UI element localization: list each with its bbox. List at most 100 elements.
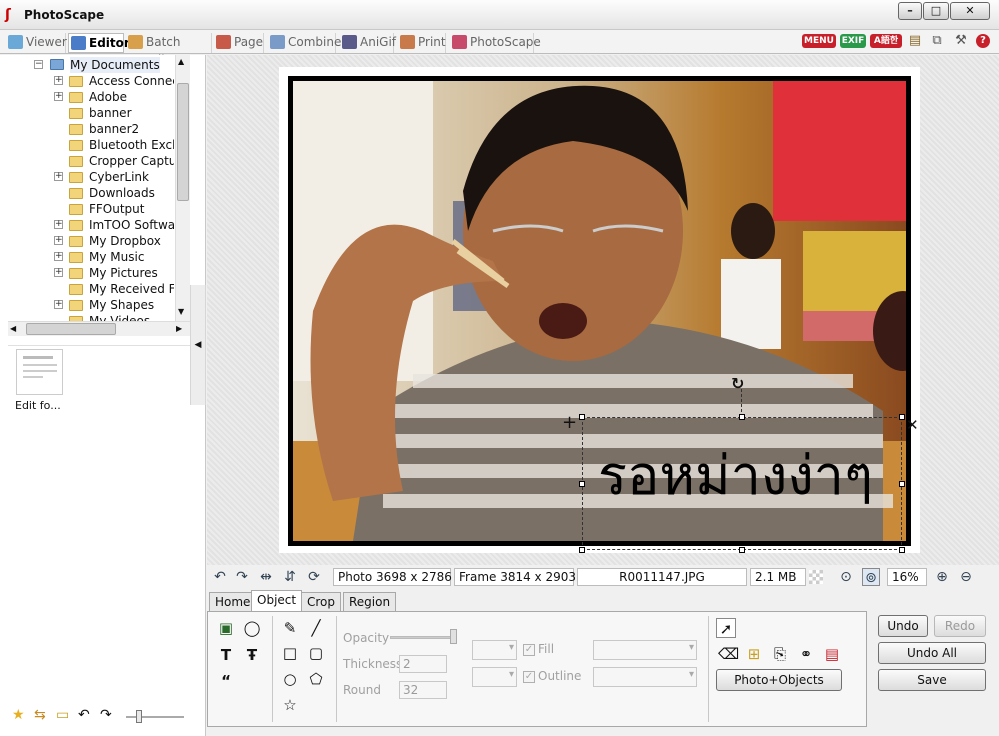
folder-open-icon[interactable]: ▭ [56, 707, 69, 723]
swap-icon[interactable]: ⇆ [34, 707, 46, 723]
tab-region[interactable]: Region [343, 592, 397, 612]
flip-vertical-icon[interactable]: ⇵ [281, 568, 299, 586]
tree-item[interactable]: + CyberLink [8, 169, 174, 185]
outline-checkbox[interactable]: ✓ [523, 671, 535, 683]
tab-editor[interactable]: Editor [68, 33, 130, 53]
pentagon-icon[interactable]: ⬠ [306, 669, 326, 689]
expand-icon[interactable]: + [54, 300, 63, 309]
undo-all-button[interactable]: Undo All [878, 642, 986, 664]
text-outline-icon[interactable]: Ŧ [242, 645, 262, 665]
tree-item[interactable]: + My Music [8, 249, 174, 265]
zoom-in-icon[interactable]: ⊕ [933, 568, 951, 586]
maximize-button[interactable]: □ [923, 2, 949, 20]
rotate-handle-icon[interactable]: ↻ [731, 374, 744, 393]
rotate-right-icon[interactable]: ↷ [233, 568, 251, 586]
resize-handle-s[interactable] [739, 547, 745, 553]
scroll-right-icon[interactable]: ▶ [176, 324, 182, 333]
insert-photo-icon[interactable]: ▣ [216, 618, 236, 638]
tree-horizontal-scrollbar[interactable]: ◀ ▶ [8, 321, 190, 336]
expand-icon[interactable]: + [54, 252, 63, 261]
favorite-star-icon[interactable]: ★ [12, 707, 25, 723]
outline-color-dropdown[interactable] [472, 667, 517, 687]
tab-batch-editor[interactable]: Batch Editor [126, 33, 212, 67]
thumbnail-size-slider[interactable] [126, 716, 184, 718]
expand-icon[interactable]: + [54, 92, 63, 101]
fill-checkbox[interactable]: ✓ [523, 644, 535, 656]
group-object-icon[interactable]: ⚭ [796, 644, 816, 664]
expand-icon[interactable]: + [54, 76, 63, 85]
duplicate-object-icon[interactable]: ⎘ [770, 644, 790, 664]
tree-item[interactable]: banner [8, 105, 174, 121]
tree-item[interactable]: + Access Connections [8, 73, 174, 89]
forward-arrow-icon[interactable]: ↷ [100, 707, 112, 723]
expand-icon[interactable]: + [54, 268, 63, 277]
quote-icon[interactable]: “ [216, 671, 236, 691]
collapse-panel-button[interactable]: ◀ [190, 285, 206, 405]
tab-photoscape[interactable]: PhotoScape [450, 33, 541, 53]
delete-object-icon[interactable]: ✕ [906, 418, 919, 433]
tree-item[interactable]: + Adobe [8, 89, 174, 105]
collapse-icon[interactable]: − [34, 60, 43, 69]
move-handle-icon[interactable]: + [562, 414, 577, 432]
speech-balloon-icon[interactable]: ◯ [242, 618, 262, 638]
handwritten-text-object[interactable]: รอหม่างง่าๆ [598, 444, 873, 508]
freehand-icon[interactable]: ✎ [280, 618, 300, 638]
redo-button[interactable]: Redo [934, 615, 986, 637]
expand-icon[interactable]: + [54, 220, 63, 229]
language-button[interactable]: A語한 [870, 34, 902, 48]
tree-root[interactable]: − My Documents [8, 57, 174, 73]
close-window-button[interactable]: ✕ [950, 2, 990, 20]
fill-color-dropdown[interactable] [472, 640, 517, 660]
resize-handle-nw[interactable] [579, 414, 585, 420]
text-icon[interactable]: T [216, 645, 236, 665]
tab-page[interactable]: Page [214, 33, 264, 53]
tree-item[interactable]: + My Dropbox [8, 233, 174, 249]
opacity-slider[interactable] [390, 636, 454, 639]
object-layer-icon[interactable]: ▤ [822, 644, 842, 664]
refresh-icon[interactable]: ⟳ [305, 568, 323, 586]
opacity-slider-thumb[interactable] [450, 629, 457, 644]
tree-scroll-thumb[interactable] [177, 83, 189, 201]
scroll-down-icon[interactable]: ▼ [178, 307, 184, 316]
trash-icon[interactable]: ⌫ [718, 644, 739, 664]
rectangle-icon[interactable]: □ [280, 643, 300, 663]
tab-print[interactable]: Print [398, 33, 446, 53]
expand-icon[interactable]: + [54, 172, 63, 181]
tree-item[interactable]: My Videos [8, 313, 174, 321]
outline-style-dropdown[interactable] [593, 667, 697, 687]
undo-button[interactable]: Undo [878, 615, 928, 637]
copy-icon[interactable]: ⧉ [930, 34, 944, 48]
tree-item[interactable]: Bluetooth Exchange [8, 137, 174, 153]
tab-combine[interactable]: Combine [268, 33, 341, 53]
tab-anigif[interactable]: AniGif [340, 33, 396, 53]
resize-handle-n[interactable] [739, 414, 745, 420]
tree-item[interactable]: + My Shapes [8, 297, 174, 313]
fill-style-dropdown[interactable] [593, 640, 697, 660]
star-shape-icon[interactable]: ☆ [280, 695, 300, 715]
tab-viewer[interactable]: Viewer [6, 33, 67, 53]
resize-handle-w[interactable] [579, 481, 585, 487]
save-button[interactable]: Save [878, 669, 986, 691]
photo-objects-button[interactable]: Photo+Objects [716, 669, 842, 691]
resize-handle-ne[interactable] [899, 414, 905, 420]
menu-button[interactable]: MENU [802, 34, 836, 48]
flip-horizontal-icon[interactable]: ⇹ [257, 568, 275, 586]
back-arrow-icon[interactable]: ↶ [78, 707, 90, 723]
tab-object[interactable]: Object [251, 590, 303, 612]
tree-item[interactable]: + ImTOO Software [8, 217, 174, 233]
tree-hscroll-thumb[interactable] [26, 323, 116, 335]
line-icon[interactable]: ╱ [306, 618, 326, 638]
select-pointer-icon[interactable]: ➚ [716, 618, 736, 638]
ellipse-icon[interactable]: ○ [280, 669, 300, 689]
zoom-out-icon[interactable]: ⊖ [957, 568, 975, 586]
tab-crop[interactable]: Crop [301, 592, 342, 612]
resize-handle-sw[interactable] [579, 547, 585, 553]
minimize-button[interactable]: – [898, 2, 922, 20]
help-icon[interactable]: ? [976, 34, 990, 48]
scroll-left-icon[interactable]: ◀ [10, 324, 16, 333]
thumbnail-size-slider-thumb[interactable] [136, 710, 142, 723]
tab-home[interactable]: Home [209, 592, 257, 612]
exif-button[interactable]: EXIF [840, 34, 866, 48]
tree-vertical-scrollbar[interactable]: ▲ ▼ [175, 55, 190, 321]
film-icon[interactable]: ▤ [908, 34, 922, 48]
